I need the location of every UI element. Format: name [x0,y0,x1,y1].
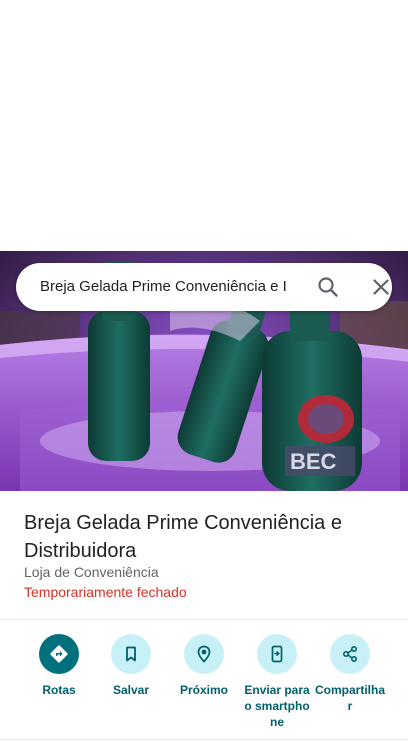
directions-label: Rotas [42,683,76,697]
bookmark-icon [111,634,151,674]
divider [0,619,408,620]
status-badge: Temporariamente fechado [24,584,187,600]
send-to-phone-label: Enviar para o smartphone [244,683,310,729]
place-category[interactable]: Loja de Conveniência [24,563,159,581]
nearby-button[interactable]: Próximo [166,632,242,698]
save-label: Salvar [112,683,150,697]
bottle-label: BEC [290,449,337,474]
share-button[interactable]: Compartilhar [312,632,388,714]
search-bar[interactable]: Breja Gelada Prime Conveniência e I [16,263,392,311]
send-to-phone-button[interactable]: Enviar para o smartphone [239,632,315,730]
close-icon[interactable] [369,275,393,299]
search-input[interactable]: Breja Gelada Prime Conveniência e I [40,263,304,311]
send-to-phone-icon [257,634,297,674]
directions-button[interactable]: Rotas [21,632,97,698]
search-icon[interactable] [316,275,340,299]
map-area-blank [0,0,408,251]
action-buttons-row: Rotas Salvar Próximo Enviar para o smart… [0,632,408,732]
nearby-label: Próximo [179,683,228,697]
share-icon [330,634,370,674]
nearby-icon [184,634,224,674]
save-button[interactable]: Salvar [93,632,169,698]
directions-icon [39,634,79,674]
divider [0,739,408,740]
share-label: Compartilhar [314,683,385,713]
place-title: Breja Gelada Prime Conveniência e Distri… [24,512,342,562]
